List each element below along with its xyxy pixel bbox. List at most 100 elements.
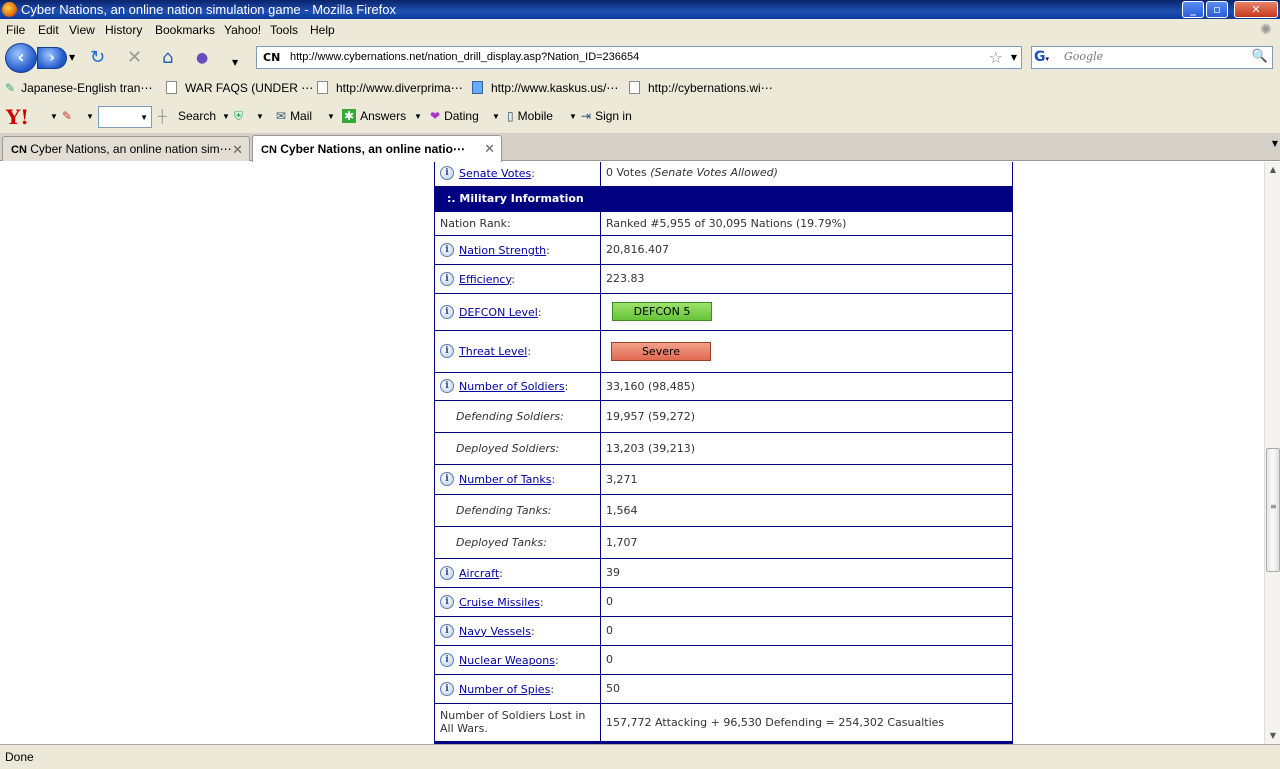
- home-icon[interactable]: ⌂: [162, 48, 173, 68]
- stop-icon[interactable]: ✕: [127, 48, 142, 68]
- pencil-icon[interactable]: ✎: [62, 109, 72, 123]
- addon-icon[interactable]: ●: [196, 48, 208, 68]
- row-label: i Threat Level:: [434, 330, 601, 373]
- info-icon[interactable]: i: [440, 565, 454, 580]
- senate-votes-note: (Senate Votes Allowed): [650, 166, 778, 180]
- history-dropdown-icon[interactable]: ▼: [69, 53, 75, 62]
- dating-dropdown-icon[interactable]: ▼: [492, 112, 500, 121]
- shield-icon[interactable]: ⛨: [234, 109, 243, 124]
- row-label: i Cruise Missiles:: [434, 587, 601, 617]
- menu-history[interactable]: History: [105, 23, 142, 37]
- number-of-soldiers-link[interactable]: Number of Soldiers: [459, 380, 565, 393]
- search-input[interactable]: [1064, 50, 1244, 63]
- bookmark-item[interactable]: ✎ Japanese-English tran⋯: [5, 81, 152, 95]
- url-text[interactable]: http://www.cybernations.net/nation_drill…: [290, 51, 639, 63]
- answers-dropdown-icon[interactable]: ▼: [414, 112, 422, 121]
- reload-icon[interactable]: ↻: [90, 48, 105, 68]
- pencil-dropdown-icon[interactable]: ▼: [86, 112, 94, 121]
- close-button[interactable]: ✕: [1234, 1, 1278, 18]
- scroll-down-icon[interactable]: ▼: [1265, 728, 1280, 744]
- table-row: Deployed Tanks: 1,707: [434, 526, 1013, 559]
- dating-button[interactable]: ❤ Dating: [430, 109, 479, 123]
- info-icon[interactable]: i: [440, 594, 454, 609]
- threat-level-link[interactable]: Threat Level: [459, 345, 527, 358]
- maximize-button[interactable]: ▫: [1206, 1, 1228, 18]
- aircraft-link[interactable]: Aircraft: [459, 567, 499, 580]
- row-value: 0: [600, 616, 1013, 646]
- table-row: i Cruise Missiles: 0: [434, 587, 1013, 617]
- nuclear-weapons-link[interactable]: Nuclear Weapons: [459, 654, 555, 667]
- scrollbar-thumb[interactable]: ≡: [1266, 448, 1280, 572]
- bookmark-item[interactable]: http://cybernations.wi⋯: [629, 81, 773, 95]
- yahoo-search-combo[interactable]: ▼: [98, 106, 152, 128]
- table-row: Defending Tanks: 1,564: [434, 494, 1013, 527]
- table-row: Defending Soldiers: 19,957 (59,272): [434, 400, 1013, 433]
- addon-dropdown-icon[interactable]: ▼: [232, 53, 238, 73]
- menu-edit[interactable]: Edit: [38, 23, 59, 37]
- list-all-tabs-icon[interactable]: ▼: [1272, 139, 1278, 148]
- info-icon[interactable]: i: [440, 165, 454, 180]
- chevron-down-icon[interactable]: ▼: [140, 113, 148, 122]
- search-dropdown-icon[interactable]: ▼: [222, 112, 230, 121]
- military-information-header: :. Military Information: [434, 186, 1013, 212]
- menu-view[interactable]: View: [69, 23, 95, 37]
- info-icon[interactable]: i: [440, 472, 454, 486]
- info-icon[interactable]: i: [440, 623, 454, 638]
- close-tab-icon[interactable]: ✕: [484, 141, 495, 157]
- row-value: 0: [600, 645, 1013, 675]
- info-icon[interactable]: i: [440, 379, 454, 393]
- scroll-up-icon[interactable]: ▲: [1265, 162, 1280, 178]
- defcon-level-link[interactable]: DEFCON Level: [459, 306, 538, 319]
- close-tab-icon[interactable]: ✕: [232, 142, 243, 158]
- number-of-spies-link[interactable]: Number of Spies: [459, 683, 550, 696]
- minimize-button[interactable]: _: [1182, 1, 1204, 18]
- tab-cybernations-2[interactable]: CN Cyber Nations, an online natio⋯ ✕: [252, 135, 502, 162]
- mail-button[interactable]: ✉ Mail: [276, 109, 312, 123]
- search-box[interactable]: G▾ 🔍: [1031, 46, 1273, 69]
- row-value: 20,816.407: [600, 235, 1013, 265]
- menu-file[interactable]: File: [6, 23, 25, 37]
- google-engine-icon[interactable]: G▾: [1034, 49, 1060, 67]
- mail-dropdown-icon[interactable]: ▼: [327, 112, 335, 121]
- search-icon[interactable]: 🔍: [1252, 49, 1268, 64]
- tab-cybernations-1[interactable]: CN Cyber Nations, an online nation sim⋯ …: [2, 136, 250, 161]
- efficiency-link[interactable]: Efficiency: [459, 273, 511, 286]
- url-bar[interactable]: CN http://www.cybernations.net/nation_dr…: [256, 46, 1022, 69]
- yahoo-logo[interactable]: Y!: [6, 105, 29, 129]
- info-icon[interactable]: i: [440, 304, 454, 319]
- info-icon[interactable]: i: [440, 681, 454, 696]
- mobile-dropdown-icon[interactable]: ▼: [569, 112, 577, 121]
- table-row: i Number of Soldiers: 33,160 (98,485): [434, 372, 1013, 401]
- yahoo-menu-dropdown-icon[interactable]: ▼: [50, 112, 58, 121]
- info-icon[interactable]: i: [440, 271, 454, 286]
- back-button[interactable]: ‹: [5, 43, 37, 73]
- menu-bookmarks[interactable]: Bookmarks: [155, 23, 215, 37]
- answers-button[interactable]: ✱ Answers: [342, 109, 406, 123]
- back-forward-group: ‹ › ▼: [5, 43, 75, 73]
- info-icon[interactable]: i: [440, 344, 454, 358]
- nation-strength-link[interactable]: Nation Strength: [459, 244, 546, 257]
- cruise-missiles-link[interactable]: Cruise Missiles: [459, 596, 540, 609]
- navy-vessels-link[interactable]: Navy Vessels: [459, 625, 531, 638]
- info-icon[interactable]: i: [440, 242, 454, 257]
- info-icon[interactable]: i: [440, 652, 454, 667]
- mobile-button[interactable]: ▯ Mobile: [507, 109, 553, 123]
- menu-tools[interactable]: Tools: [270, 23, 298, 37]
- bookmark-item[interactable]: http://www.diverprima⋯: [317, 81, 463, 95]
- vertical-scrollbar[interactable]: ▲ ≡ ▼: [1264, 162, 1280, 744]
- menu-yahoo[interactable]: Yahoo!: [224, 23, 261, 37]
- yahoo-search-button[interactable]: Search: [178, 109, 216, 123]
- senate-votes-link[interactable]: Senate Votes: [459, 167, 531, 180]
- bookmark-item[interactable]: WAR FAQS (UNDER ⋯: [166, 81, 313, 95]
- forward-button[interactable]: ›: [37, 47, 67, 69]
- bookmark-item[interactable]: http://www.kaskus.us/⋯: [472, 81, 618, 95]
- menu-help[interactable]: Help: [310, 23, 335, 37]
- url-dropdown-icon[interactable]: ▼: [1011, 53, 1017, 62]
- signin-button[interactable]: ⇥ Sign in: [581, 109, 632, 123]
- bookmark-star-icon[interactable]: ☆: [989, 48, 1003, 67]
- shield-dropdown-icon[interactable]: ▼: [256, 112, 264, 121]
- firefox-icon: [2, 2, 17, 17]
- number-of-tanks-link[interactable]: Number of Tanks: [459, 473, 552, 486]
- table-row: i Senate Votes: 0 Votes (Senate Votes All…: [434, 162, 1013, 187]
- site-identity[interactable]: CN: [263, 51, 280, 64]
